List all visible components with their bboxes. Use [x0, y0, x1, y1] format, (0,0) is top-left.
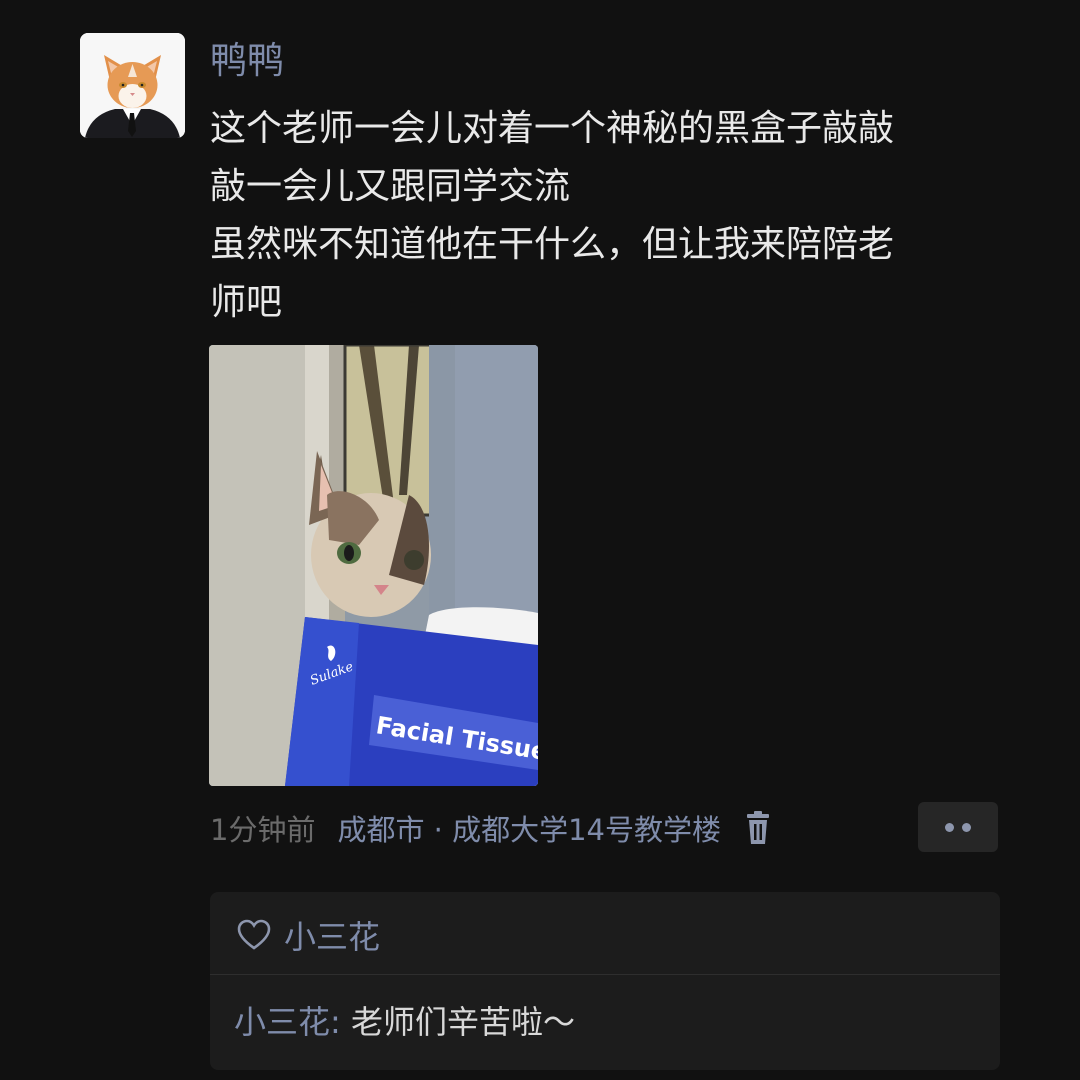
cat-in-suit-avatar-image: [80, 33, 185, 138]
likes-row: 小三花: [236, 910, 380, 960]
post-text-line: 这个老师一会儿对着一个神秘的黑盒子敲敲: [210, 108, 895, 149]
author-name[interactable]: 鸭鸭: [210, 36, 284, 86]
trash-icon[interactable]: [743, 811, 773, 845]
comment-item[interactable]: 小三花: 老师们辛苦啦～: [234, 998, 575, 1046]
author-avatar[interactable]: [80, 33, 185, 138]
post-time: 1分钟前: [210, 813, 316, 847]
more-dots-icon: [962, 822, 971, 832]
more-actions-button[interactable]: [918, 802, 998, 852]
interaction-panel: 小三花 小三花: 老师们辛苦啦～: [210, 892, 1000, 1070]
post-meta-row: 1分钟前 成都市 · 成都大学14号教学楼: [210, 804, 773, 852]
more-dots-icon: [945, 822, 954, 832]
divider: [210, 974, 1000, 975]
post-text-line: 敲一会儿又跟同学交流: [210, 166, 571, 207]
post-text-line: 虽然咪不知道他在干什么，但让我来陪陪老: [210, 224, 895, 265]
comment-text: 老师们辛苦啦～: [350, 1003, 575, 1041]
liker-name[interactable]: 小三花: [284, 912, 380, 958]
commenter-name[interactable]: 小三花: [234, 1003, 330, 1041]
post-photo[interactable]: Facial Tissue Sulake: [209, 345, 538, 786]
post-location[interactable]: 成都市 · 成都大学14号教学楼: [337, 807, 721, 849]
post-text: 这个老师一会儿对着一个神秘的黑盒子敲敲 敲一会儿又跟同学交流 虽然咪不知道他在干…: [210, 100, 1010, 332]
cat-photo-image: Facial Tissue Sulake: [209, 345, 538, 786]
heart-outline-icon: [236, 917, 272, 953]
post-text-line: 师吧: [210, 282, 283, 323]
comment-separator: :: [330, 1003, 351, 1041]
